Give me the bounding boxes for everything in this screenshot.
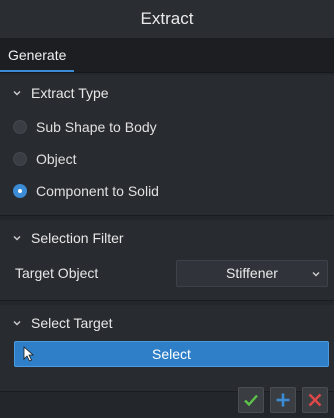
radio-component-to-solid[interactable]: Component to Solid <box>0 175 334 207</box>
plus-icon <box>276 393 290 407</box>
cancel-button[interactable] <box>302 387 328 413</box>
radio-sub-shape-to-body[interactable]: Sub Shape to Body <box>0 111 334 143</box>
target-object-dropdown[interactable]: Stiffener <box>176 259 328 287</box>
extract-type-section: Extract Type Sub Shape to Body Object Co… <box>0 75 334 216</box>
select-target-header[interactable]: Select Target <box>0 305 334 341</box>
window-title: Extract <box>0 0 334 39</box>
extract-type-header[interactable]: Extract Type <box>0 75 334 111</box>
ok-button[interactable] <box>238 387 264 413</box>
target-object-value: Stiffener <box>226 265 278 281</box>
radio-label: Component to Solid <box>36 183 159 199</box>
radio-button-icon[interactable] <box>13 120 27 134</box>
chevron-down-icon <box>13 91 21 96</box>
select-target-section: Select Target Select <box>0 305 334 392</box>
selection-filter-section: Selection Filter Target Object Stiffener <box>0 220 334 301</box>
extract-type-title: Extract Type <box>31 85 109 101</box>
selection-filter-title: Selection Filter <box>31 230 124 246</box>
radio-button-icon[interactable] <box>13 152 27 166</box>
select-button-label: Select <box>152 346 191 362</box>
footer-actions <box>238 387 328 413</box>
close-icon <box>308 393 322 407</box>
selection-filter-header[interactable]: Selection Filter <box>0 220 334 256</box>
radio-label: Object <box>36 151 77 167</box>
apply-button[interactable] <box>270 387 296 413</box>
cursor-arrow-icon <box>23 346 35 362</box>
tab-bar: Generate <box>0 39 334 73</box>
radio-button-checked-icon[interactable] <box>13 184 27 198</box>
chevron-down-icon <box>13 236 21 241</box>
target-object-row: Target Object Stiffener <box>0 256 334 290</box>
check-icon <box>244 394 258 407</box>
tab-generate[interactable]: Generate <box>0 40 75 72</box>
radio-label: Sub Shape to Body <box>36 119 157 135</box>
chevron-down-icon <box>13 321 21 326</box>
chevron-down-icon <box>312 271 320 276</box>
radio-object[interactable]: Object <box>0 143 334 175</box>
select-button[interactable]: Select <box>14 341 329 367</box>
select-target-title: Select Target <box>31 315 113 331</box>
target-object-label: Target Object <box>15 265 99 281</box>
